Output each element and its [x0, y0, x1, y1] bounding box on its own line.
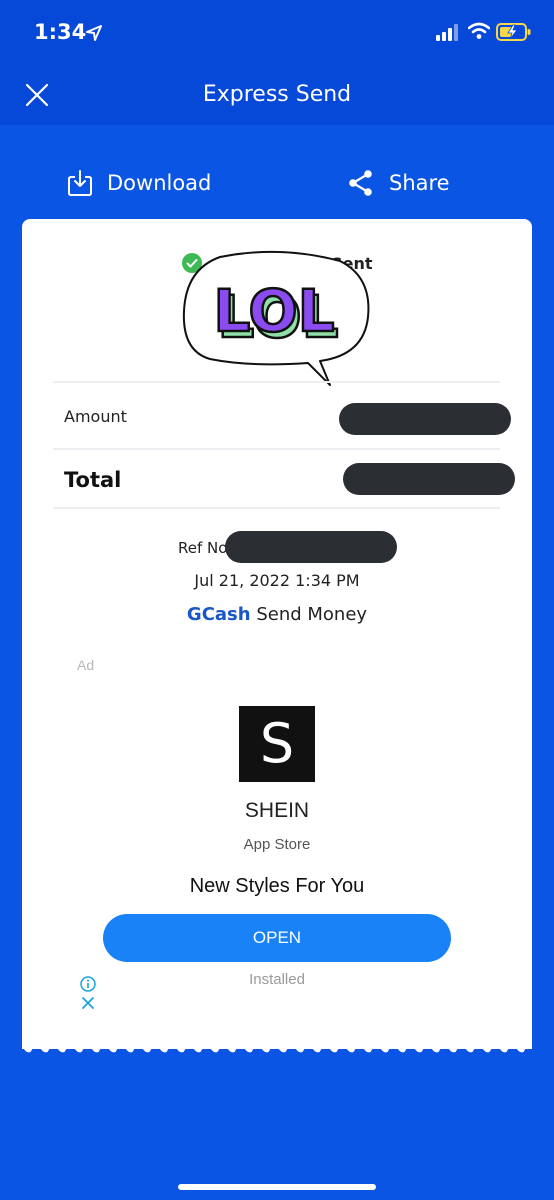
ad-open-button[interactable]: OPEN [103, 914, 451, 962]
redacted-ref-number [225, 531, 397, 563]
divider [53, 507, 500, 509]
ref-label: Ref No [178, 539, 228, 557]
ad-install-status: Installed [249, 971, 305, 988]
receipt-card: Successfully Sent LOL LOL Amount Total R… [22, 219, 532, 1049]
divider [53, 448, 500, 450]
ad-store: App Store [243, 836, 311, 853]
status-time: 1:34 [34, 20, 87, 44]
lol-sticker: LOL LOL [182, 250, 370, 386]
download-label: Download [107, 171, 212, 195]
ad-close-icon[interactable] [81, 996, 95, 1010]
home-indicator[interactable] [178, 1184, 376, 1190]
info-icon[interactable] [80, 976, 96, 992]
location-arrow-icon [86, 25, 102, 41]
download-icon [68, 170, 92, 196]
ad-tagline: New Styles For You [189, 875, 365, 897]
share-icon [349, 170, 372, 196]
share-button[interactable]: Share [347, 166, 450, 200]
download-button[interactable]: Download [67, 166, 211, 200]
receipt-torn-edge [22, 1036, 532, 1053]
amount-label: Amount [64, 407, 127, 426]
divider [53, 381, 500, 383]
gcash-brand: GCash [186, 604, 251, 625]
wifi-icon [468, 22, 490, 39]
shein-logo[interactable]: S [239, 706, 315, 782]
signal-icon [436, 24, 458, 41]
service-name: Send Money [256, 604, 368, 625]
ad-label: Ad [77, 657, 95, 673]
page-title: Express Send [202, 82, 352, 107]
ad-app-name[interactable]: SHEIN [22, 799, 532, 823]
total-label: Total [64, 468, 122, 492]
share-label: Share [389, 171, 450, 195]
redacted-total [343, 463, 515, 495]
status-bar: 1:34 [0, 0, 554, 64]
service-line: GCash Send Money [22, 604, 532, 625]
nav-bar: Express Send [0, 64, 554, 125]
redacted-amount [339, 403, 511, 435]
lol-text: LOL [213, 277, 334, 345]
battery-charging-icon [496, 23, 531, 41]
transaction-datetime: Jul 21, 2022 1:34 PM [194, 571, 360, 590]
